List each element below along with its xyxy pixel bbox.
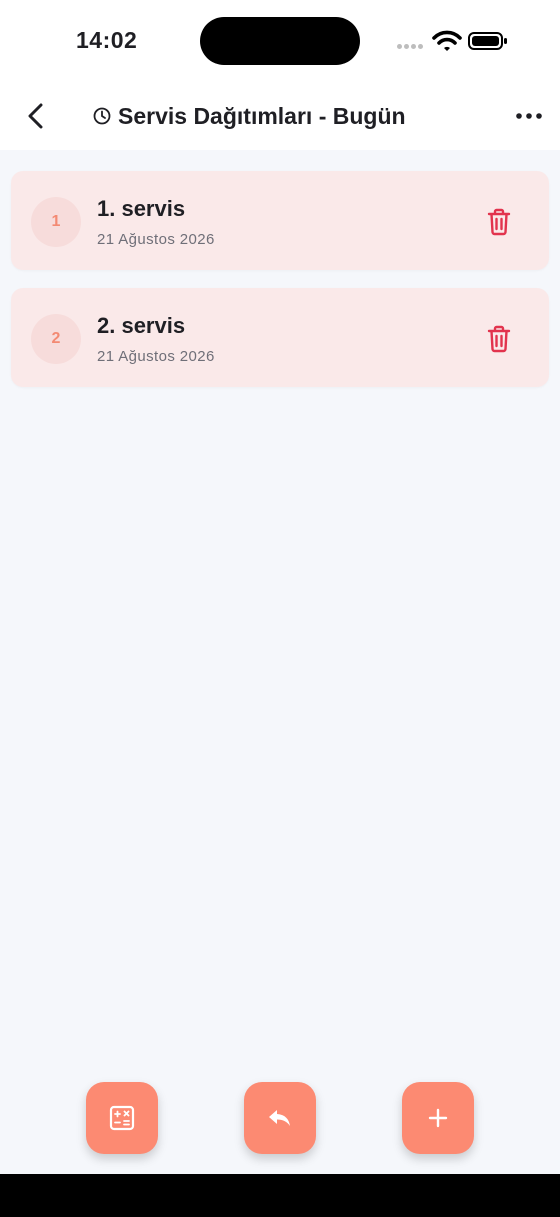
index-badge: 2 [31,314,81,364]
home-indicator-bar [0,1174,560,1217]
more-options-button[interactable] [512,104,546,128]
item-date: 21 Ağustos 2026 [97,348,215,365]
service-list: 1 1. servis 21 Ağustos 2026 2 2. servis … [11,171,549,405]
plus-icon [428,1108,448,1128]
page-title-text: Servis Dağıtımları - Bugün [118,102,406,129]
index-badge: 1 [31,197,81,247]
navigation-bar: Servis Dağıtımları - Bugün [0,82,560,150]
status-bar: 14:02 [0,0,560,82]
item-date: 21 Ağustos 2026 [97,231,215,248]
back-button[interactable] [20,98,52,134]
item-title: 1. servis [97,196,186,221]
wifi-icon [432,30,462,51]
list-item[interactable]: 1 1. servis 21 Ağustos 2026 [11,171,549,270]
add-button[interactable] [402,1082,474,1154]
delete-button[interactable] [481,321,517,357]
calculator-button[interactable] [86,1082,158,1154]
undo-icon [269,1110,290,1126]
undo-button[interactable] [244,1082,316,1154]
clock-icon [93,107,111,125]
cellular-signal-icon [397,44,425,50]
list-item[interactable]: 2 2. servis 21 Ağustos 2026 [11,288,549,387]
calculator-icon [109,1105,135,1131]
item-title: 2. servis [97,313,186,338]
dynamic-island [200,17,360,65]
status-time: 14:02 [76,27,138,53]
more-horizontal-icon [516,113,542,119]
page-title: Servis Dağıtımları - Bugün [92,100,406,132]
chevron-left-icon [28,103,43,129]
battery-icon [468,32,507,50]
trash-icon [487,325,511,353]
trash-icon [487,208,511,236]
delete-button[interactable] [481,204,517,240]
